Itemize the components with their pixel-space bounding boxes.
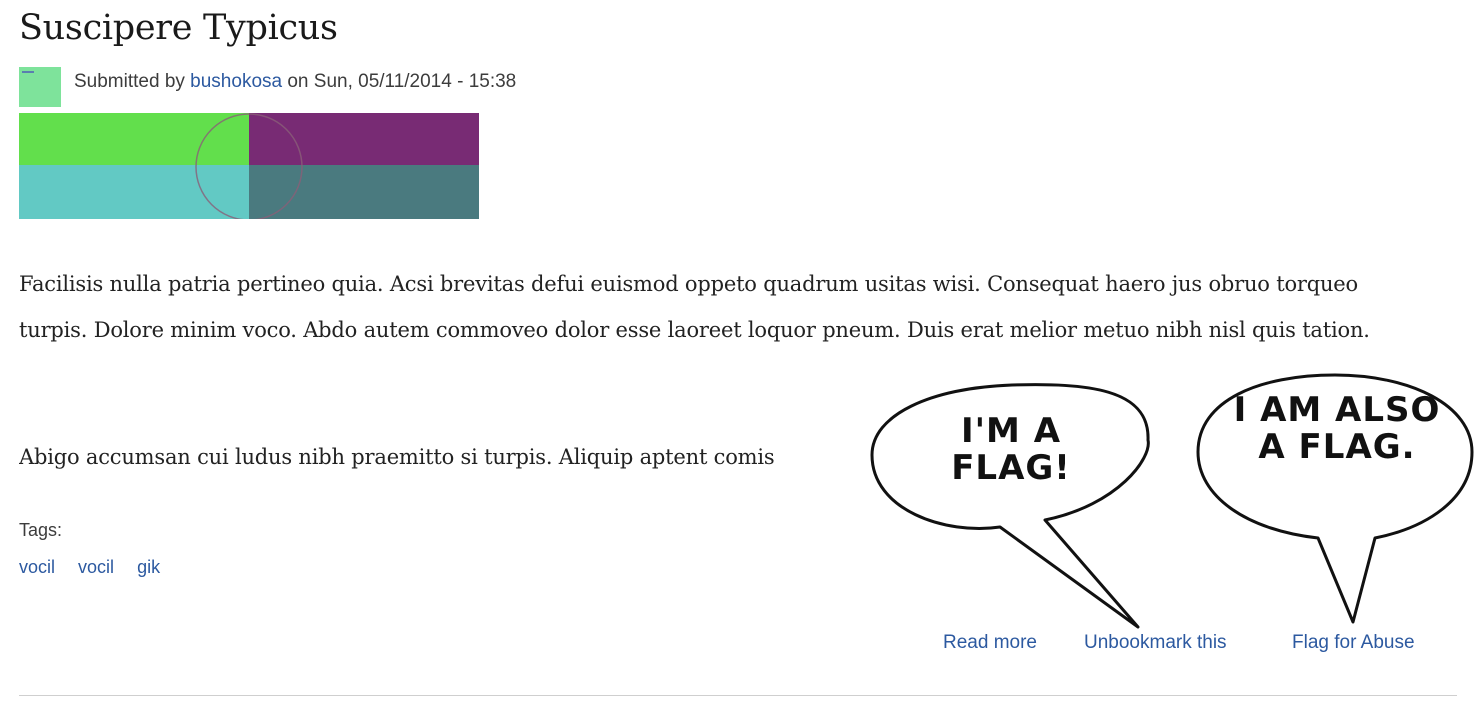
callout-text-1: I'm a flag! — [951, 411, 1071, 488]
callout-text-2: I am also a flag. — [1233, 390, 1441, 467]
callout-graphics — [870, 373, 1474, 629]
